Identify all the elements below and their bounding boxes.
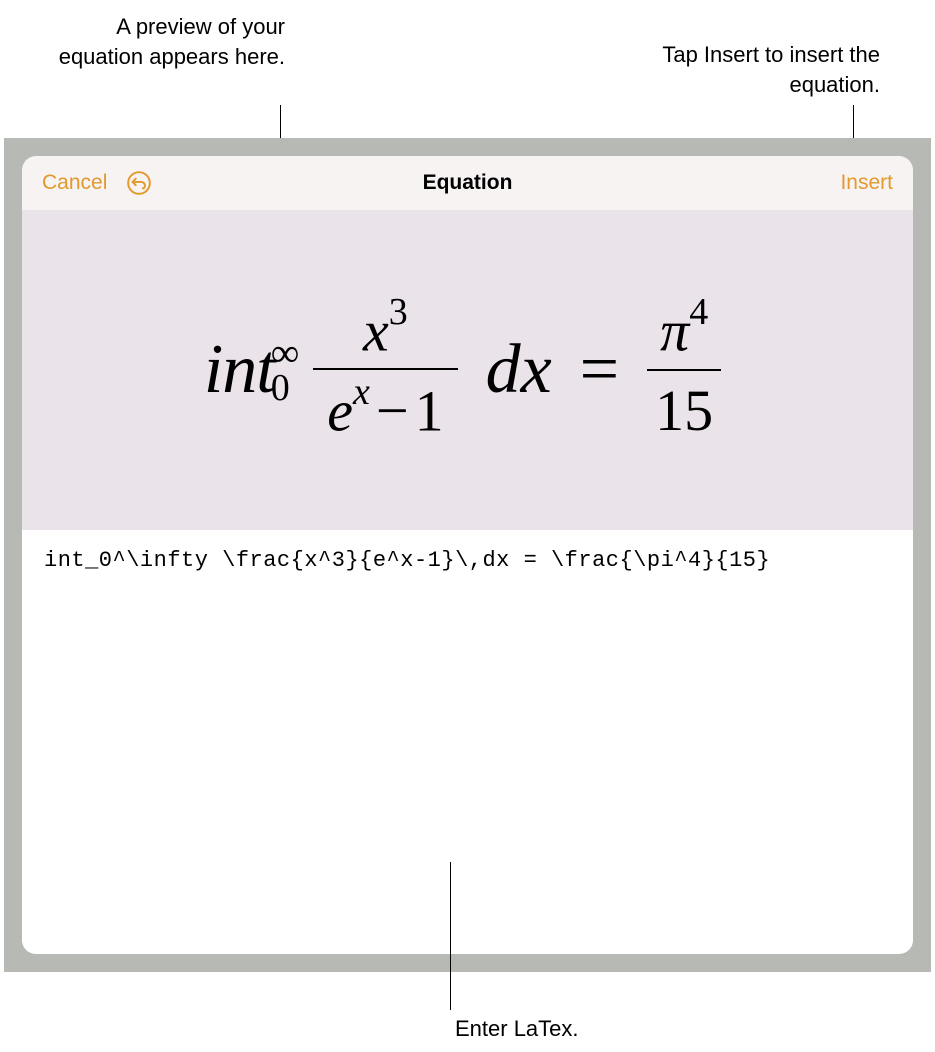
- dialog-title: Equation: [423, 171, 513, 195]
- eq-pi: π: [660, 299, 689, 364]
- latex-input-area[interactable]: [22, 530, 913, 954]
- eq-exp-x: x: [353, 371, 370, 413]
- eq-upper-bound: ∞: [271, 335, 300, 371]
- eq-fraction-1: x3 ex−1: [313, 296, 457, 445]
- eq-minus: −: [376, 378, 409, 443]
- eq-dx: dx: [486, 330, 552, 410]
- eq-frac1-denominator: ex−1: [313, 368, 457, 444]
- dialog-header: Cancel Equation Insert: [22, 156, 913, 210]
- undo-icon[interactable]: [125, 169, 153, 197]
- eq-e: e: [327, 378, 353, 443]
- eq-bounds: ∞ 0: [271, 335, 300, 405]
- callout-input: Enter LaTex.: [455, 1016, 579, 1042]
- insert-button[interactable]: Insert: [840, 171, 893, 195]
- callout-line-input: [450, 862, 451, 1010]
- callout-insert: Tap Insert to insert the equation.: [600, 40, 880, 99]
- eq-frac2-numerator: π4: [652, 296, 716, 368]
- equation-dialog: Cancel Equation Insert int ∞ 0: [22, 156, 913, 954]
- screenshot-frame: Cancel Equation Insert int ∞ 0: [4, 138, 931, 972]
- equation-preview-area: int ∞ 0 x3 ex−1 dx = π4: [22, 210, 913, 530]
- eq-one: 1: [415, 378, 444, 443]
- eq-frac1-numerator: x3: [349, 296, 422, 368]
- latex-input[interactable]: [44, 548, 891, 936]
- eq-x: x: [363, 298, 389, 363]
- eq-exp-3: 3: [389, 291, 408, 333]
- equation-rendered: int ∞ 0 x3 ex−1 dx = π4: [204, 296, 731, 445]
- eq-fraction-2: π4 15: [647, 296, 721, 443]
- eq-exp-4: 4: [689, 291, 708, 333]
- eq-equals: =: [580, 330, 619, 410]
- callout-preview: A preview of your equation appears here.: [35, 12, 285, 71]
- eq-int-prefix: int: [204, 330, 275, 410]
- eq-lower-bound: 0: [271, 371, 300, 405]
- cancel-button[interactable]: Cancel: [42, 171, 107, 195]
- header-left-group: Cancel: [42, 169, 153, 197]
- eq-frac2-denominator: 15: [647, 369, 721, 444]
